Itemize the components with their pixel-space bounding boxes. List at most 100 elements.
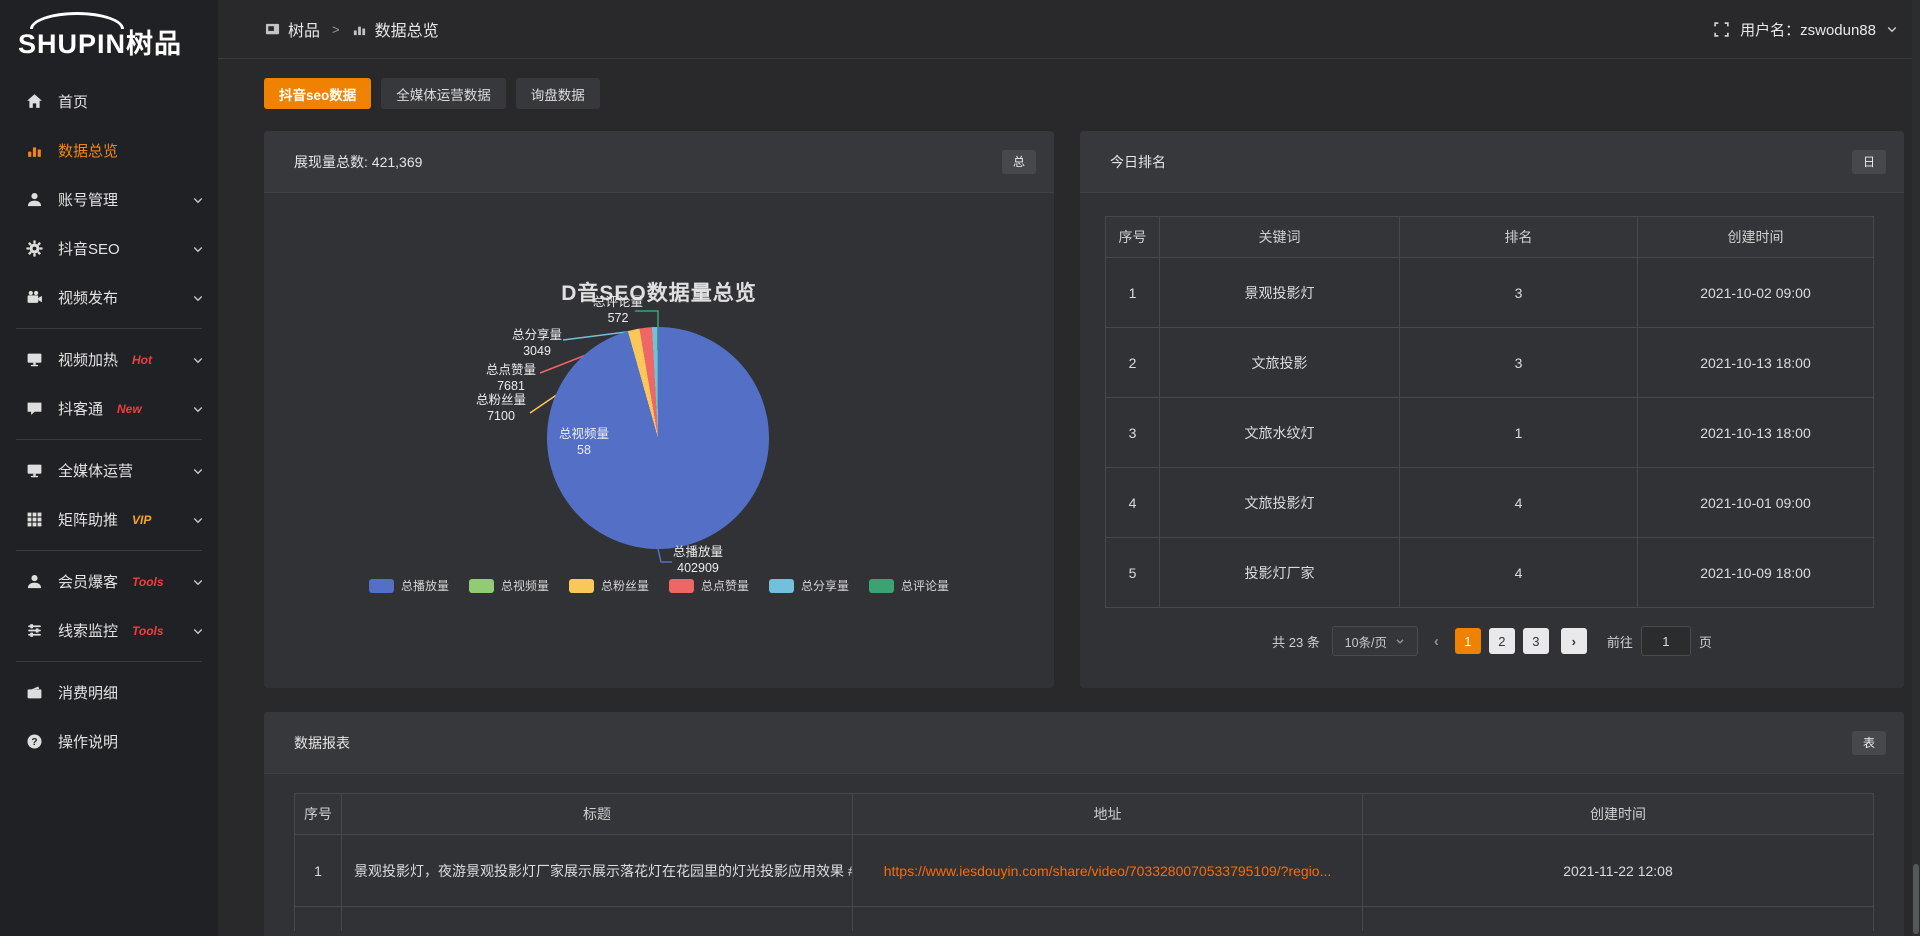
app-logo: SHUPIN树品 (0, 0, 218, 63)
fullscreen-icon[interactable] (1713, 21, 1730, 38)
impressions-chart-card: 展现量总数: 421,369 总 D音SEO数据量总览 总播放量402909总视… (264, 131, 1054, 688)
sidebar-item-home[interactable]: 首页 (0, 77, 218, 126)
goto-page-input[interactable] (1641, 626, 1691, 656)
sidebar-item-account-manage[interactable]: 账号管理 (0, 175, 218, 224)
home-icon (26, 93, 43, 110)
main-content: 抖音seo数据全媒体运营数据询盘数据 展现量总数: 421,369 总 D音SE… (218, 59, 1920, 936)
next-page-button[interactable]: › (1561, 628, 1587, 654)
table-cell: 4 (1400, 538, 1638, 608)
sidebar-item-label: 线索监控 (58, 620, 118, 641)
sidebar-item-data-overview[interactable]: 数据总览 (0, 126, 218, 175)
scrollbar-thumb[interactable] (1913, 864, 1919, 934)
chevron-down-icon (192, 576, 204, 588)
page-size-select[interactable]: 10条/页 (1332, 626, 1418, 656)
chevron-down-icon[interactable] (1886, 23, 1898, 35)
tab-omnimedia[interactable]: 全媒体运营数据 (381, 78, 506, 109)
table-cell: 2021-10-09 18:00 (1638, 538, 1874, 608)
legend-label: 总分享量 (801, 577, 849, 594)
grid-icon (26, 511, 43, 528)
tab-douyin-seo[interactable]: 抖音seo数据 (264, 78, 371, 109)
sidebar-item-video-publish[interactable]: 视频发布 (0, 273, 218, 322)
table-cell: 1 (1106, 258, 1160, 328)
tab-inquiry[interactable]: 询盘数据 (516, 78, 600, 109)
pie-label-总粉丝量: 总粉丝量7100 (476, 392, 526, 424)
sidebar-item-omnimedia[interactable]: 全媒体运营 (0, 446, 218, 495)
user-icon (26, 573, 43, 590)
screen-icon (26, 351, 43, 368)
sidebar: SHUPIN树品 首页数据总览账号管理抖音SEO 视频发布视频加热Hot抖客通Ne… (0, 0, 218, 936)
sidebar-item-matrix-boost[interactable]: 矩阵助推VIP (0, 495, 218, 544)
legend-item-总分享量[interactable]: 总分享量 (769, 577, 849, 594)
report-column-header: 创建时间 (1363, 794, 1874, 835)
page-button-2[interactable]: 2 (1489, 628, 1515, 654)
sidebar-item-label: 数据总览 (58, 140, 118, 161)
monitor-icon (26, 462, 43, 479)
table-cell: 4 (1400, 468, 1638, 538)
sidebar-item-douyin-seo[interactable]: 抖音SEO (0, 224, 218, 273)
sidebar-item-badge: Tools (132, 575, 164, 589)
breadcrumb: 树品 > 数据总览 (265, 17, 439, 41)
table-cell: 5 (1106, 538, 1160, 608)
ranking-column-header: 关键词 (1160, 217, 1400, 258)
legend-item-总播放量[interactable]: 总播放量 (369, 577, 449, 594)
legend-label: 总视频量 (501, 577, 549, 594)
user-area: 用户名：zswodun88 (1713, 19, 1898, 40)
sidebar-item-douketong[interactable]: 抖客通New (0, 384, 218, 433)
breadcrumb-current: 数据总览 (375, 17, 439, 41)
sidebar-item-video-heat[interactable]: 视频加热Hot (0, 335, 218, 384)
sidebar-item-operation-guide[interactable]: ?操作说明 (0, 717, 218, 766)
shupin-icon (265, 22, 280, 37)
topbar: 树品 > 数据总览 用户名：zswodun88 (218, 0, 1920, 59)
sidebar-item-label: 视频加热 (58, 349, 118, 370)
sidebar-item-label: 首页 (58, 91, 88, 112)
chevron-down-icon (192, 243, 204, 255)
legend-item-总点赞量[interactable]: 总点赞量 (669, 577, 749, 594)
pie-label-name: 总粉丝量 (476, 392, 526, 408)
table-cell: 文旅投影灯 (1160, 468, 1400, 538)
sidebar-item-label: 抖音SEO (58, 238, 120, 259)
bar-chart-icon (352, 22, 367, 37)
sidebar-nav: 首页数据总览账号管理抖音SEO 视频发布视频加热Hot抖客通New 全媒体运营矩阵助… (0, 77, 218, 766)
pie-label-value: 58 (559, 442, 609, 458)
pie-label-name: 总分享量 (512, 327, 562, 343)
legend-item-总评论量[interactable]: 总评论量 (869, 577, 949, 594)
table-row: 2文旅投影32021-10-13 18:00 (1106, 328, 1874, 398)
total-view-button[interactable]: 总 (1002, 150, 1036, 174)
pie-label-总分享量: 总分享量3049 (512, 327, 562, 359)
legend-swatch (469, 579, 494, 593)
table-cell: 文旅投影 (1160, 328, 1400, 398)
username-label[interactable]: 用户名：zswodun88 (1740, 19, 1876, 40)
page-scrollbar[interactable] (1912, 0, 1920, 936)
app-window: SHUPIN树品 首页数据总览账号管理抖音SEO视频发布视频加热Hot抖客通Ne… (0, 0, 1920, 936)
table-cell: 4 (1106, 468, 1160, 538)
page-button-1[interactable]: 1 (1455, 628, 1481, 654)
chevron-down-icon (192, 354, 204, 366)
sidebar-divider (16, 439, 202, 440)
breadcrumb-root[interactable]: 树品 (288, 17, 320, 41)
report-url-link[interactable]: https://www.iesdouyin.com/share/video/70… (884, 863, 1332, 879)
sidebar-item-label: 账号管理 (58, 189, 118, 210)
sidebar-item-label: 抖客通 (58, 398, 103, 419)
legend-item-总视频量[interactable]: 总视频量 (469, 577, 549, 594)
pie-label-value: 402909 (673, 560, 723, 576)
gear-icon (26, 240, 43, 257)
prev-page-button[interactable]: ‹ (1430, 633, 1443, 650)
chevron-down-icon (192, 625, 204, 637)
wallet-icon (26, 684, 43, 701)
data-report-card: 数据报表 表 序号标题地址创建时间 1景观投影灯，夜游景观投影灯厂家展示展示落花… (264, 712, 1904, 936)
sidebar-item-member-burst[interactable]: 会员爆客Tools (0, 557, 218, 606)
table-cell: 3 (1400, 328, 1638, 398)
page-button-3[interactable]: 3 (1523, 628, 1549, 654)
sidebar-item-consume-detail[interactable]: 消费明细 (0, 668, 218, 717)
chart-legend: 总播放量 总视频量 总粉丝量 总点赞量 总分享量 总评论量 (264, 577, 1054, 594)
sidebar-item-badge: VIP (132, 513, 151, 527)
legend-swatch (769, 579, 794, 593)
sidebar-item-clue-monitor[interactable]: 线索监控Tools (0, 606, 218, 655)
pie-label-总评论量: 总评论量572 (593, 294, 643, 326)
legend-item-总粉丝量[interactable]: 总粉丝量 (569, 577, 649, 594)
day-view-button[interactable]: 日 (1852, 150, 1886, 174)
chat-icon (26, 400, 43, 417)
table-view-button[interactable]: 表 (1852, 731, 1886, 755)
table-cell: 景观投影灯 (1160, 258, 1400, 328)
page-size-value: 10条/页 (1345, 632, 1387, 651)
